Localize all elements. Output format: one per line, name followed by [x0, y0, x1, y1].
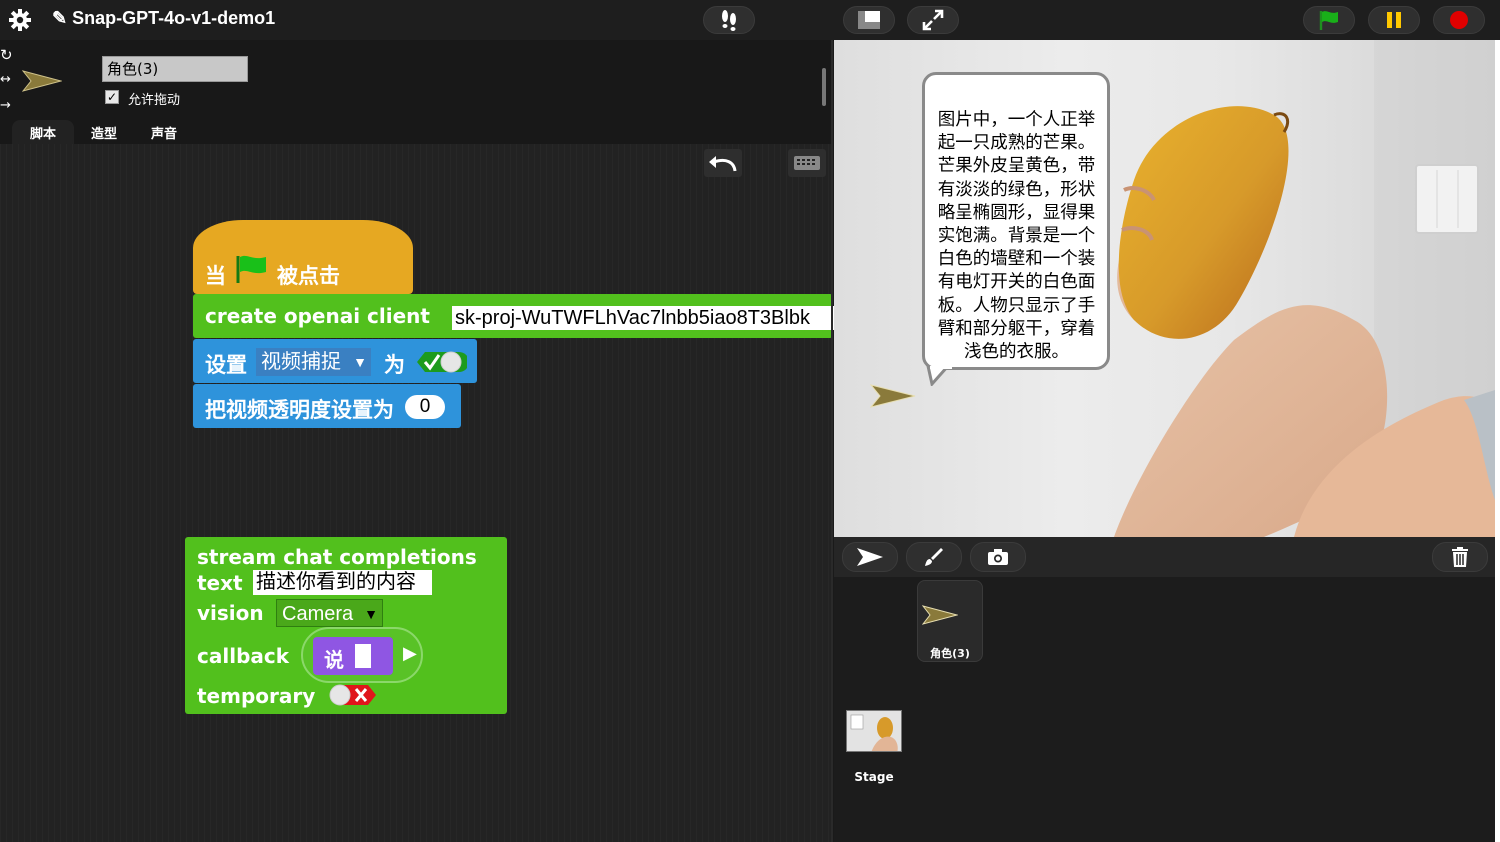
- when-flag-clicked-hat-block[interactable]: 当 被点击: [193, 220, 413, 294]
- to-label: 为: [384, 354, 405, 377]
- tab-sounds-label: 声音: [150, 126, 177, 142]
- stream-title-label: stream chat completions: [197, 545, 477, 569]
- draggable-label: 允许拖动: [128, 93, 181, 108]
- trash-button[interactable]: [1432, 542, 1488, 572]
- project-title[interactable]: ✎ Snap-GPT-4o-v1-demo1: [52, 8, 275, 29]
- paint-new-sprite-button[interactable]: [906, 542, 962, 572]
- presentation-mode-button[interactable]: [907, 6, 959, 34]
- sprite-arrow-icon: [922, 605, 958, 625]
- video-option-dropdown[interactable]: 视频捕捉 ▼: [256, 348, 371, 376]
- sprite-tile[interactable]: 角色(3): [917, 580, 983, 662]
- say-block[interactable]: 说: [313, 637, 393, 675]
- window-edge: [1495, 40, 1500, 842]
- tab-sounds[interactable]: 声音: [134, 120, 194, 144]
- say-label: 说: [324, 650, 344, 672]
- tab-scripts[interactable]: 脚本: [12, 120, 74, 144]
- vision-source-dropdown[interactable]: Camera ▼: [276, 599, 383, 627]
- say-input[interactable]: [355, 644, 371, 668]
- sprite-name-field[interactable]: 角色(3): [102, 56, 248, 82]
- expand-arrows-icon: [922, 9, 944, 31]
- camera-new-sprite-button[interactable]: [970, 542, 1026, 572]
- pane-divider[interactable]: [831, 40, 833, 842]
- chevron-down-icon: ▼: [364, 606, 378, 622]
- callback-param-label: callback: [197, 644, 290, 668]
- create-openai-client-block[interactable]: create openai client sk-proj-WuTWFLhVac7…: [193, 294, 842, 338]
- top-bar: ✎ Snap-GPT-4o-v1-demo1: [0, 0, 1500, 41]
- hat-clicked-label: 被点击: [277, 265, 340, 288]
- transparency-input[interactable]: 0: [405, 395, 445, 419]
- set-video-transparency-block[interactable]: 把视频透明度设置为 0: [193, 384, 461, 428]
- stop-icon: [1450, 11, 1468, 29]
- boolean-toggle-true[interactable]: [415, 350, 469, 374]
- scripts-area[interactable]: [0, 144, 832, 842]
- sprite-thumbnail: [21, 70, 63, 96]
- settings-gear-icon[interactable]: [8, 8, 32, 32]
- stepping-footprints-button[interactable]: [703, 6, 755, 34]
- stage-size-icon: [858, 11, 880, 29]
- rotate-none-icon[interactable]: →: [0, 98, 14, 114]
- arrow-right-icon[interactable]: ▶: [403, 643, 417, 664]
- transparency-label: 把视频透明度设置为: [205, 399, 394, 422]
- normal-stage-button[interactable]: [843, 6, 895, 34]
- stage-sprite-arrow[interactable]: [869, 384, 916, 412]
- sprite-toolbar: [834, 537, 1495, 577]
- rotate-left-right-icon[interactable]: ↔: [0, 72, 14, 88]
- callback-ring[interactable]: 说 ▶: [301, 627, 423, 683]
- add-turtle-sprite-button[interactable]: [842, 542, 898, 572]
- green-flag-icon: [1319, 11, 1338, 30]
- stage-label: Stage: [854, 770, 894, 784]
- prompt-text-input[interactable]: 描述你看到的内容: [253, 570, 432, 595]
- green-flag-icon: [236, 255, 266, 283]
- pause-icon: [1387, 12, 1401, 28]
- corral-scrollbar[interactable]: [822, 68, 826, 106]
- hat-when-label: 当: [205, 265, 226, 288]
- temporary-param-label: temporary: [197, 684, 316, 708]
- footprints-icon: [722, 10, 736, 31]
- text-param-label: text: [197, 571, 243, 595]
- stage-thumbnail-image: [847, 711, 901, 751]
- keyboard-icon: [794, 156, 820, 170]
- api-key-input[interactable]: sk-proj-WuTWFLhVac7lnbb5iao8T3Blbk: [452, 306, 842, 330]
- undo-arrow-icon: [709, 156, 737, 172]
- turtle-arrow-icon: [857, 548, 883, 566]
- stream-chat-completions-block[interactable]: stream chat completions text 描述你看到的内容 vi…: [185, 537, 507, 714]
- pencil-icon: ✎: [52, 8, 73, 28]
- boolean-toggle-false[interactable]: [328, 683, 378, 707]
- project-title-text: Snap-GPT-4o-v1-demo1: [72, 8, 276, 28]
- set-label: 设置: [205, 354, 247, 377]
- camera-icon: [988, 549, 1008, 565]
- draggable-checkbox[interactable]: ✓: [105, 90, 119, 104]
- set-video-capture-block[interactable]: 设置 视频捕捉 ▼ 为: [193, 339, 477, 383]
- sprite-tile-label: 角色(3): [930, 647, 970, 660]
- chevron-down-icon: ▼: [353, 354, 367, 370]
- pause-button[interactable]: [1368, 6, 1420, 34]
- stop-button[interactable]: [1433, 6, 1485, 34]
- stage-thumbnail[interactable]: [846, 710, 902, 752]
- vision-param-label: vision: [197, 601, 264, 625]
- green-flag-button[interactable]: [1303, 6, 1355, 34]
- tab-scripts-label: 脚本: [29, 126, 56, 142]
- keyboard-entry-button[interactable]: [788, 149, 826, 177]
- tab-costumes[interactable]: 造型: [76, 120, 132, 144]
- speech-bubble-tail: [926, 366, 952, 386]
- create-client-label: create openai client: [205, 304, 430, 328]
- rotate-full-icon[interactable]: ↻: [0, 46, 14, 64]
- tab-costumes-label: 造型: [90, 126, 117, 142]
- video-option-text: 视频捕捉: [261, 351, 341, 373]
- trash-icon: [1452, 547, 1468, 567]
- sprite-corral: 角色(3) Stage: [834, 577, 1495, 842]
- speech-bubble: 图片中，一个人正举起一只成熟的芒果。芒果外皮呈黄色，带有淡淡的绿色，形状略呈椭圆…: [922, 72, 1110, 370]
- vision-source-text: Camera: [282, 603, 354, 625]
- undo-button[interactable]: [704, 149, 742, 177]
- paintbrush-icon: [925, 548, 943, 566]
